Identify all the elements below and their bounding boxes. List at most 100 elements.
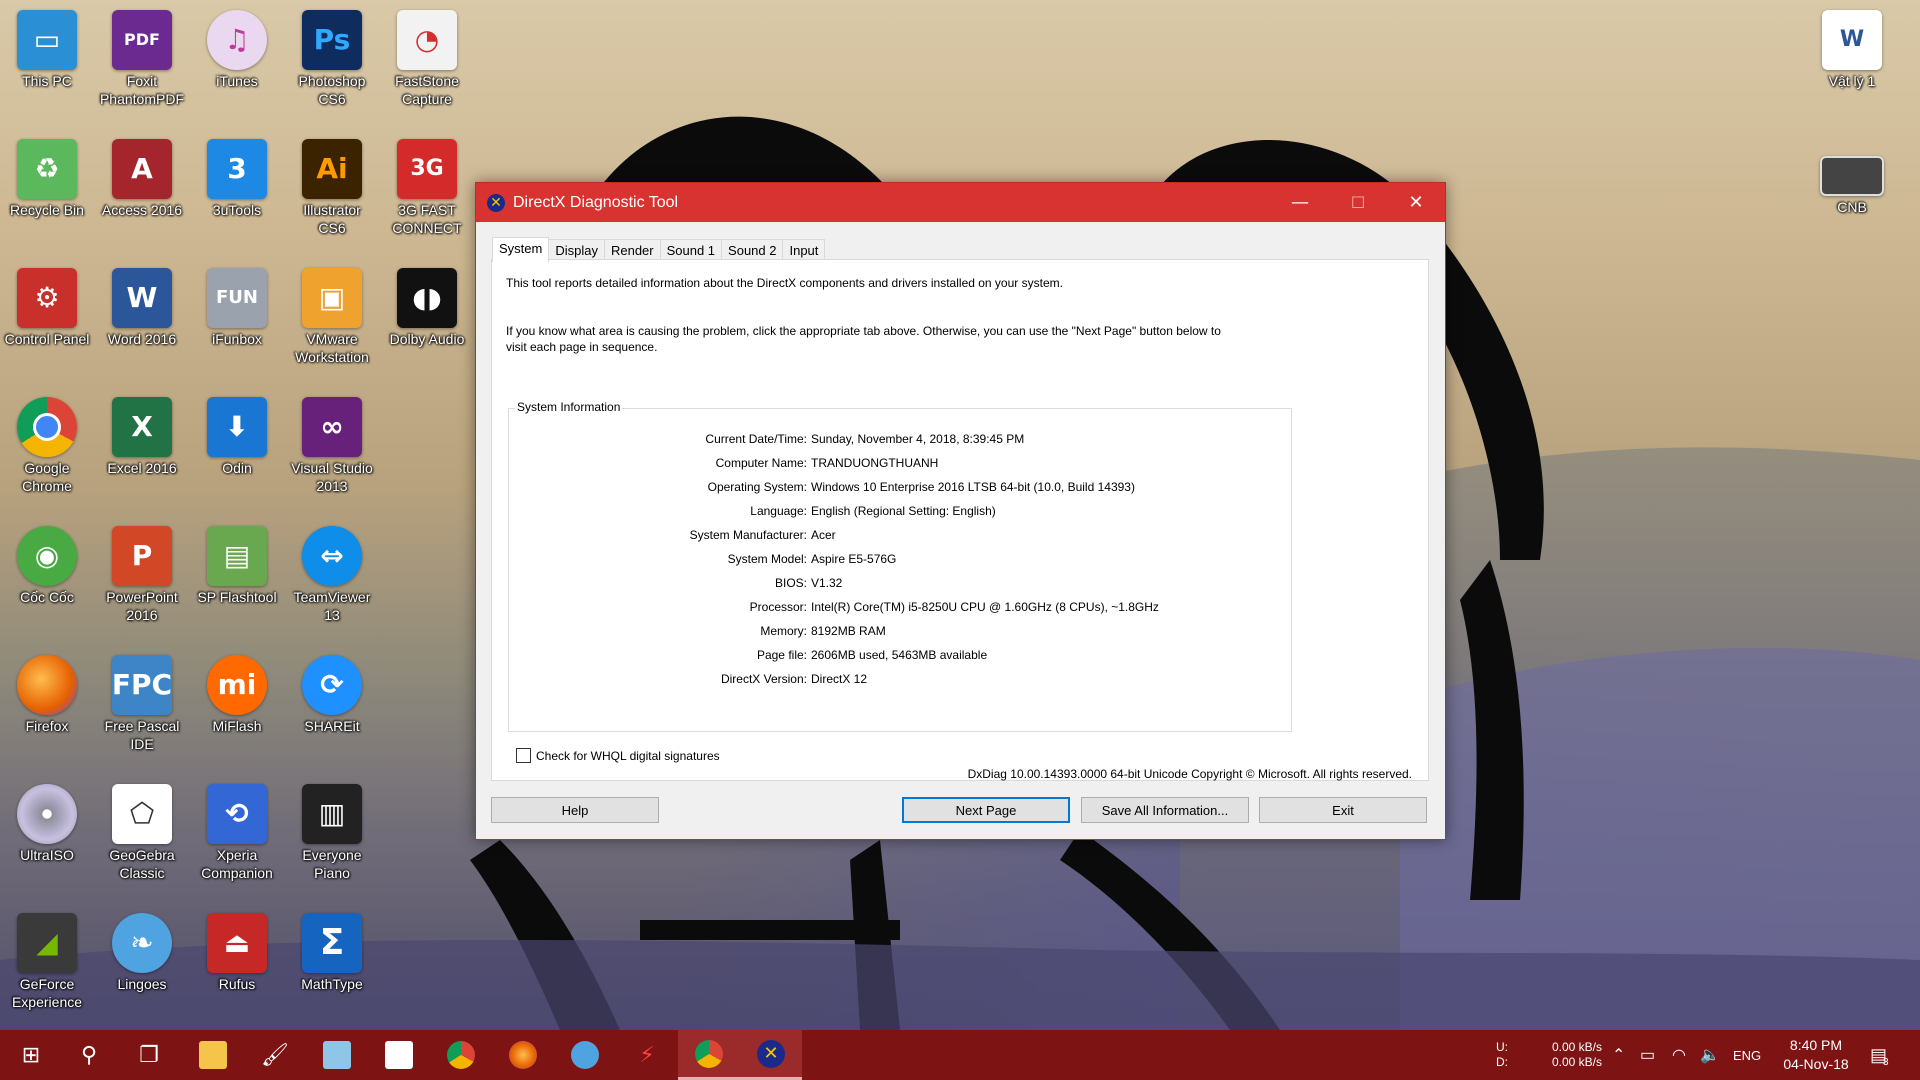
desktop-icon-ifunbox[interactable]: FUN iFunbox [191,262,283,348]
desktop-icon-geogebra[interactable]: ⬠ GeoGebra Classic [96,778,188,882]
maximize-button[interactable]: ☐ [1329,183,1387,222]
info-row-page-file: Page file: 2606MB used, 5463MB available [509,647,1291,663]
action-center-icon[interactable]: ▤ 3 [1870,1030,1889,1080]
clock[interactable]: 8:40 PM 04-Nov-18 [1770,1030,1862,1080]
desktop-icon-visual-studio[interactable]: ∞ Visual Studio 2013 [286,391,378,495]
wifi-icon[interactable]: ◠ [1672,1030,1686,1080]
lingoes-icon: ❧ [112,913,172,973]
desktop-icon-chrome[interactable]: Google Chrome [1,391,93,495]
instructions-text-line-1: If you know what area is causing the pro… [506,324,1221,338]
desktop-icon-illustrator[interactable]: Ai Illustrator CS6 [286,133,378,237]
desktop-icon-powerpoint[interactable]: P PowerPoint 2016 [96,520,188,624]
language-indicator[interactable]: ENG [1733,1030,1761,1080]
desktop-icon-xperia[interactable]: ⟲ Xperia Companion [191,778,283,882]
desktop-icon-firefox[interactable]: Firefox [1,649,93,735]
whql-checkbox[interactable] [516,748,531,763]
paint-icon[interactable]: 🖌 [244,1030,306,1080]
desktop-icon-vmware[interactable]: ▣ VMware Workstation [286,262,378,366]
notepad-icon[interactable] [306,1030,368,1080]
vmware-icon: ▣ [302,268,362,328]
desktop-icon-shareit[interactable]: ⟳ SHAREit [286,649,378,735]
desktop-icon-label: FastStone Capture [395,73,459,107]
desktop-icon-miflash[interactable]: mi MiFlash [191,649,283,735]
teamviewer-icon: ⇔ [302,526,362,586]
desktop-icon-foxit[interactable]: PDF Foxit PhantomPDF [96,4,188,108]
desktop-icon-faststone[interactable]: ◔ FastStone Capture [381,4,473,108]
save-all-information-button[interactable]: Save All Information... [1081,797,1249,823]
flash-icon[interactable]: ⚡ [616,1030,678,1080]
desktop-icon-itunes[interactable]: ♫ iTunes [191,4,283,90]
word-icon: W [112,268,172,328]
desktop-icon-rufus[interactable]: ⏏ Rufus [191,907,283,993]
desktop-icon-dolby[interactable]: ◖◗ Dolby Audio [381,262,473,348]
desktop-icon-photoshop[interactable]: Ps Photoshop CS6 [286,4,378,108]
desktop-icon-lingoes[interactable]: ❧ Lingoes [96,907,188,993]
desktop-icon-excel[interactable]: X Excel 2016 [96,391,188,477]
desktop-icon-label: Google Chrome [22,460,72,494]
exit-button[interactable]: Exit [1259,797,1427,823]
desktop-icon-everyone-piano[interactable]: ▥ Everyone Piano [286,778,378,882]
desktop-icon-vat-ly-1[interactable]: W Vật lý 1 [1806,4,1898,90]
upload-label: U: [1496,1040,1508,1054]
desktop-icon-3g-fast-connect[interactable]: 3G 3G FAST CONNECT [381,133,473,237]
show-hidden-icons[interactable]: ⌃ [1612,1030,1625,1080]
whql-checkbox-row[interactable]: Check for WHQL digital signatures [516,748,720,763]
intro-text: This tool reports detailed information a… [506,276,1063,290]
desktop-icon-access[interactable]: A Access 2016 [96,133,188,219]
info-value: TRANDUONGTHUANH [811,456,939,470]
desktop-icon-label: Visual Studio 2013 [291,460,373,494]
desktop-icon-cnb[interactable]: CNB [1806,150,1898,216]
desktop-icon-label: Word 2016 [107,331,177,347]
capture-icon: ◔ [397,10,457,70]
help-button[interactable]: Help [491,797,659,823]
instructions-text-line-2: visit each page in sequence. [506,340,658,354]
firefox-icon[interactable] [492,1030,554,1080]
file-explorer-icon[interactable] [182,1030,244,1080]
lingoes-icon[interactable] [554,1030,616,1080]
chrome-icon[interactable] [678,1030,740,1080]
directx-icon[interactable]: ✕ [740,1030,802,1080]
info-row-os: Operating System: Windows 10 Enterprise … [509,479,1291,495]
directx-diagnostic-window: ✕ DirectX Diagnostic Tool — ☐ ✕ System D… [475,182,1446,840]
excel-icon: X [112,397,172,457]
access-icon: A [112,139,172,199]
desktop-icon-coccoc[interactable]: ◉ Cốc Cốc [1,520,93,606]
desktop-icon-label: Firefox [25,718,69,734]
desktop-icon-odin[interactable]: ⬇ Odin [191,391,283,477]
desktop-icon-geforce[interactable]: ◢ GeForce Experience [1,907,93,1011]
info-key: DirectX Version: [720,672,807,686]
desktop-icon-label: GeForce Experience [11,976,83,1010]
chrome-icon[interactable] [430,1030,492,1080]
desktop-icon-recycle-bin[interactable]: ♻ Recycle Bin [1,133,93,219]
desktop-icon-label: iFunbox [212,331,262,347]
battery-icon[interactable]: ▭ [1640,1030,1655,1080]
group-title: System Information [515,400,623,414]
desktop-icon-control-panel[interactable]: ⚙ Control Panel [1,262,93,348]
desktop-icon-3utools[interactable]: 3 3uTools [191,133,283,219]
info-key: Operating System: [707,480,807,494]
desktop-icon-free-pascal[interactable]: FPC Free Pascal IDE [96,649,188,753]
info-key: Page file: [756,648,807,662]
desktop-icon-ultraiso[interactable]: UltraISO [1,778,93,864]
search-icon[interactable]: ⚲ [58,1030,120,1080]
desktop-icon-word[interactable]: W Word 2016 [96,262,188,348]
tab-system[interactable]: System [492,237,550,262]
desktop-icon-label: UltraISO [20,847,74,863]
info-value: DirectX 12 [811,672,868,686]
window-title: DirectX Diagnostic Tool [513,193,679,211]
minimize-button[interactable]: — [1271,183,1329,222]
desktop-icon-mathtype[interactable]: Σ MathType [286,907,378,993]
clock-time: 8:40 PM [1789,1037,1843,1053]
task-view-icon[interactable]: ❐ [118,1030,180,1080]
desktop-icon-teamviewer[interactable]: ⇔ TeamViewer 13 [286,520,378,624]
computer-icon: ▭ [17,10,77,70]
window-titlebar[interactable]: ✕ DirectX Diagnostic Tool — ☐ ✕ [476,183,1445,222]
calendar-icon[interactable] [368,1030,430,1080]
desktop-icon-label: Photoshop CS6 [298,73,366,107]
close-button[interactable]: ✕ [1387,183,1445,222]
desktop-icon-this-pc[interactable]: ▭ This PC [1,4,93,90]
windows-start-icon[interactable]: ⊞ [0,1030,62,1080]
volume-icon[interactable]: 🔈 [1700,1030,1720,1080]
next-page-button[interactable]: Next Page [902,797,1070,823]
desktop-icon-sp-flashtool[interactable]: ▤ SP Flashtool [191,520,283,606]
